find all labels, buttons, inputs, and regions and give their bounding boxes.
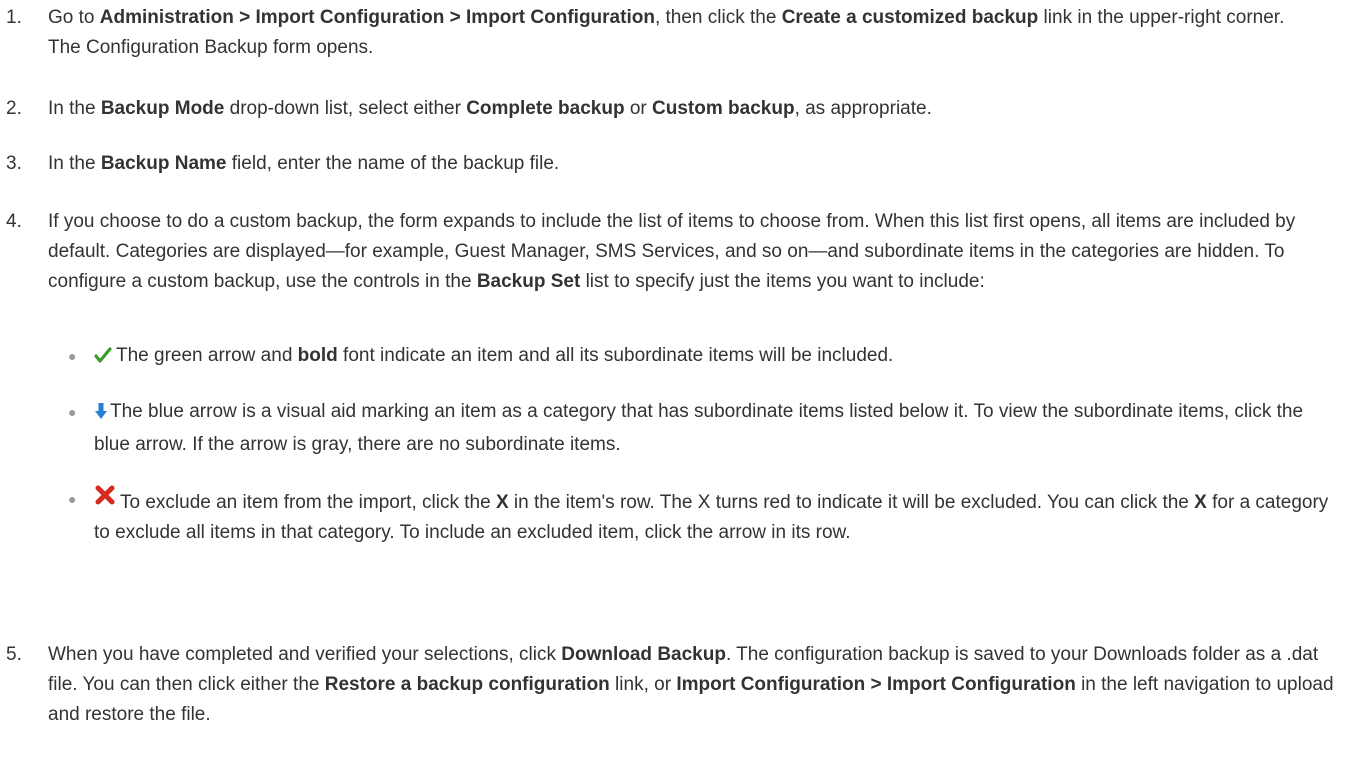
step-text: If you choose to do a custom backup, the…	[48, 207, 1340, 297]
step-text-run: , as appropriate.	[794, 98, 932, 119]
step-text: In the Backup Mode drop-down list, selec…	[48, 94, 1340, 124]
step-text: Go to Administration > Import Configurat…	[48, 3, 1288, 63]
option-name-bold: Complete backup	[466, 98, 625, 119]
step-text: In the Backup Name field, enter the name…	[48, 149, 1340, 179]
step-text-run: or	[624, 98, 653, 119]
bold-x: X	[1194, 492, 1207, 513]
bullet-text-run: font indicate an item and all its subord…	[337, 345, 894, 366]
step-number: 2.	[6, 98, 22, 119]
step-text-run: drop-down list, select either	[224, 98, 467, 119]
bullet-text-run: The blue arrow is a visual aid marking a…	[94, 401, 1304, 455]
bullet-text-run: The green arrow and	[116, 345, 298, 366]
bullet-dot-icon: ●	[68, 404, 77, 420]
field-name-bold: Backup Name	[100, 153, 227, 174]
step-text-run: list to specify just the items you want …	[580, 271, 985, 292]
bullet-text: The blue arrow is a visual aid marking a…	[94, 397, 1344, 460]
bold-word: bold	[297, 345, 338, 366]
button-name-bold: Download Backup	[561, 644, 726, 665]
step-text-run: link, or	[609, 674, 677, 695]
bullet-text-run: To exclude an item from the import, clic…	[120, 492, 496, 513]
link-name-bold: Create a customized backup	[781, 7, 1039, 28]
step-text-run: In the	[48, 153, 101, 174]
blue-down-arrow-icon	[94, 400, 108, 430]
step-number: 1.	[6, 7, 22, 28]
green-checkmark-icon	[94, 344, 112, 374]
list-name-bold: Backup Set	[476, 271, 581, 292]
bullet-text: The green arrow and bold font indicate a…	[94, 341, 1344, 374]
step-text-run: Go to	[48, 7, 100, 28]
step-text-run: When you have completed and verified you…	[48, 644, 562, 665]
bullet-dot-icon: ●	[68, 348, 77, 364]
bullet-text-run: in the item's row. The X turns red to in…	[508, 492, 1195, 513]
step-text-run: In the	[48, 98, 101, 119]
step-text: When you have completed and verified you…	[48, 640, 1340, 730]
step-number: 3.	[6, 153, 22, 174]
step-number: 4.	[6, 211, 22, 232]
bullet-text: To exclude an item from the import, clic…	[94, 484, 1344, 548]
field-name-bold: Backup Mode	[100, 98, 225, 119]
option-name-bold: Custom backup	[652, 98, 795, 119]
step-text-run: , then click the	[654, 7, 782, 28]
bullet-dot-icon: ●	[68, 491, 77, 507]
menu-path-bold: Import Configuration > Import Configurat…	[676, 674, 1076, 695]
step-number: 5.	[6, 644, 22, 665]
red-x-icon	[94, 484, 116, 516]
step-text-run: field, enter the name of the backup file…	[226, 153, 560, 174]
link-name-bold: Restore a backup configuration	[324, 674, 610, 695]
bold-x: X	[495, 492, 509, 513]
menu-path-bold: Administration > Import Configuration > …	[99, 7, 655, 28]
